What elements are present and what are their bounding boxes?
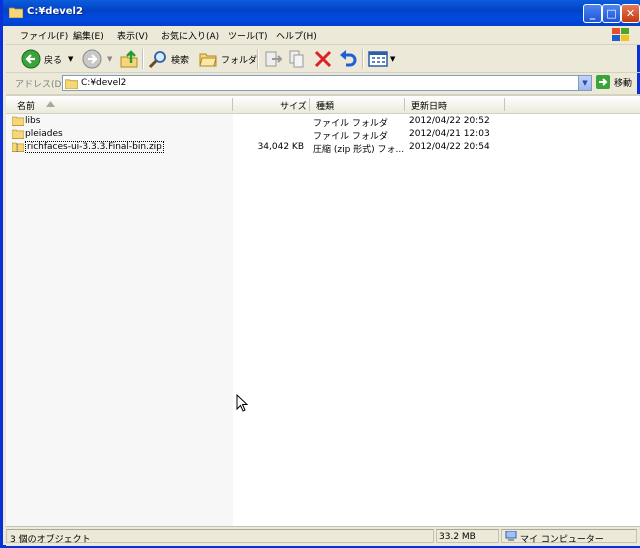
minimize-button[interactable]: _	[583, 4, 602, 23]
chevron-down-icon: ▼	[582, 79, 588, 87]
sort-ascending-icon	[46, 101, 55, 107]
column-divider[interactable]	[504, 98, 505, 111]
folders-label: フォルダ	[221, 55, 258, 66]
column-header-type[interactable]: 種類	[316, 99, 334, 112]
menu-bar: ファイル(F) 編集(E) 表示(V) お気に入り(A) ツール(T) ヘルプ(…	[6, 26, 640, 45]
move-to-icon	[265, 51, 283, 67]
maximize-icon: □	[606, 7, 617, 20]
folder-icon	[9, 7, 23, 18]
search-icon	[148, 51, 166, 69]
window-title: C:¥devel2	[27, 6, 83, 17]
views-dropdown-icon[interactable]: ▼	[390, 55, 395, 63]
list-item[interactable]: richfaces-ui-3.3.3.Final-bin.zip 34,042 …	[6, 141, 640, 155]
forward-arrow-icon	[82, 49, 102, 69]
go-arrow-icon	[596, 75, 610, 89]
folder-icon	[12, 129, 24, 139]
address-input[interactable]: C:¥devel2 ▼	[62, 75, 592, 91]
file-list-view[interactable]: 名前 サイズ 種類 更新日時 libs ファイル フォルダ 2012/04/22…	[6, 95, 640, 526]
address-dropdown-button[interactable]: ▼	[578, 76, 591, 90]
minimize-icon: _	[589, 7, 596, 20]
undo-button[interactable]	[338, 48, 358, 70]
back-button[interactable]: 戻る ▼	[21, 48, 73, 70]
toolbar: 戻る ▼ ▼ 検索 フォルダ ▼	[6, 45, 640, 73]
menu-help[interactable]: ヘルプ(H)	[276, 29, 317, 42]
back-label: 戻る	[44, 55, 63, 66]
column-divider[interactable]	[309, 98, 310, 111]
close-button[interactable]: ✕	[621, 4, 640, 23]
file-modified: 2012/04/22 20:52	[409, 116, 490, 126]
delete-icon	[314, 50, 332, 68]
mouse-cursor-icon	[236, 394, 248, 412]
forward-dropdown-icon[interactable]: ▼	[107, 55, 112, 63]
status-location: マイ コンピューター	[520, 535, 604, 545]
list-item[interactable]: pleiades ファイル フォルダ 2012/04/21 12:03	[6, 128, 640, 142]
status-size: 33.2 MB	[439, 532, 476, 542]
move-to-button[interactable]	[263, 48, 283, 70]
address-bar: アドレス(D) C:¥devel2 ▼ 移動	[6, 73, 640, 95]
toolbar-separator	[142, 49, 144, 69]
status-size-panel: 33.2 MB	[436, 529, 499, 543]
up-folder-button[interactable]	[119, 48, 139, 70]
address-value: C:¥devel2	[81, 78, 127, 88]
go-button[interactable]: 移動	[596, 75, 632, 89]
file-name: pleiades	[25, 129, 63, 139]
my-computer-icon	[505, 531, 517, 541]
file-modified: 2012/04/21 12:03	[409, 129, 490, 139]
menu-tools[interactable]: ツール(T)	[228, 29, 268, 42]
column-header: 名前 サイズ 種類 更新日時	[6, 96, 640, 114]
undo-icon	[340, 50, 357, 67]
column-divider[interactable]	[404, 98, 405, 111]
folder-icon	[65, 79, 78, 89]
close-icon: ✕	[625, 7, 636, 20]
file-size: 34,042 KB	[257, 142, 304, 152]
menu-file[interactable]: ファイル(F)	[20, 29, 68, 42]
back-arrow-icon	[21, 49, 41, 69]
copy-to-button[interactable]	[288, 48, 308, 70]
delete-button[interactable]	[313, 48, 333, 70]
file-modified: 2012/04/22 20:54	[409, 142, 490, 152]
file-name: richfaces-ui-3.3.3.Final-bin.zip	[25, 141, 164, 153]
folders-button[interactable]: フォルダ	[198, 48, 257, 70]
column-header-size[interactable]: サイズ	[280, 99, 307, 112]
views-button[interactable]: ▼	[368, 48, 395, 70]
forward-button[interactable]: ▼	[82, 48, 112, 70]
explorer-window: C:¥devel2 _ □ ✕ ファイル(F) 編集(E) 表示(V) お気に入…	[0, 0, 640, 548]
status-location-panel: マイ コンピューター	[501, 529, 637, 545]
zip-folder-icon	[12, 142, 24, 152]
search-label: 検索	[171, 55, 190, 66]
title-bar[interactable]: C:¥devel2 _ □ ✕	[3, 0, 640, 26]
address-label: アドレス(D)	[15, 80, 65, 90]
menu-edit[interactable]: 編集(E)	[73, 29, 104, 42]
toolbar-separator	[362, 49, 364, 69]
column-header-name[interactable]: 名前	[17, 99, 35, 112]
toolbar-separator	[257, 49, 259, 69]
file-name: libs	[25, 116, 41, 126]
column-divider[interactable]	[232, 98, 233, 111]
windows-logo-icon	[612, 28, 629, 41]
folder-icon	[12, 116, 24, 126]
name-column-highlight	[6, 114, 233, 526]
menu-view[interactable]: 表示(V)	[117, 29, 148, 42]
column-header-modified[interactable]: 更新日時	[411, 99, 447, 112]
status-objects-panel: 3 個のオブジェクト	[6, 529, 434, 545]
back-dropdown-icon[interactable]: ▼	[68, 55, 73, 63]
status-bar: 3 個のオブジェクト 33.2 MB マイ コンピューター	[6, 526, 640, 546]
search-button[interactable]: 検索	[148, 48, 189, 70]
go-label: 移動	[614, 78, 633, 89]
status-objects: 3 個のオブジェクト	[10, 535, 91, 545]
up-folder-icon	[120, 50, 138, 68]
folders-icon	[199, 53, 217, 67]
views-icon	[368, 51, 388, 67]
menu-favorites[interactable]: お気に入り(A)	[161, 29, 219, 42]
copy-to-icon	[289, 50, 304, 68]
maximize-button[interactable]: □	[602, 4, 621, 23]
file-type: 圧縮 (zip 形式) フォ...	[313, 145, 405, 155]
list-item[interactable]: libs ファイル フォルダ 2012/04/22 20:52	[6, 115, 640, 129]
